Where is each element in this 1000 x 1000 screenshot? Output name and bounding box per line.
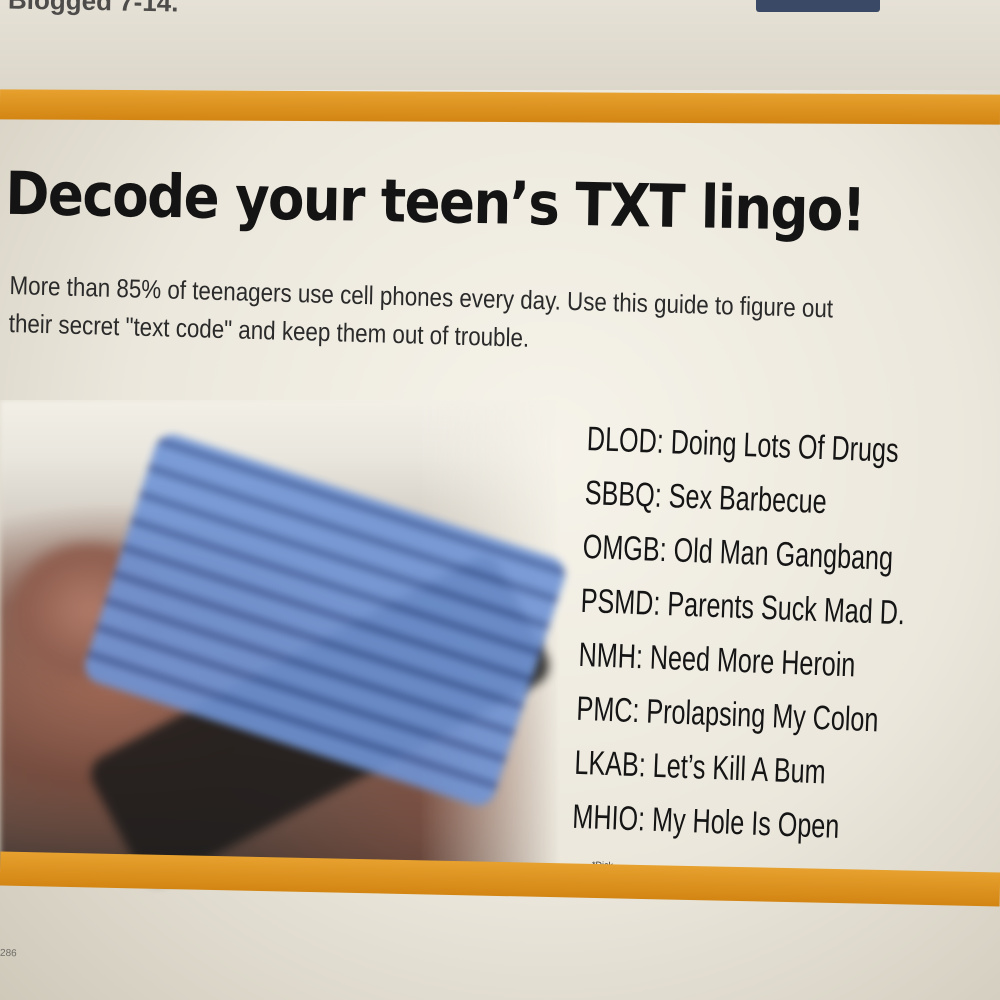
lingo-code: PSMD — [580, 581, 655, 623]
lingo-meaning: Prolapsing My Colon — [645, 692, 880, 740]
lingo-code: SBBQ — [584, 473, 656, 515]
lingo-code: LKAB — [573, 743, 640, 785]
intro-paragraph: More than 85% of teenagers use cell phon… — [8, 269, 834, 353]
lingo-meaning: Let’s Kill A Bum — [652, 746, 827, 792]
count-badge — [756, 0, 880, 12]
lingo-code: MHIO — [571, 797, 639, 839]
lingo-code: OMGB — [582, 527, 661, 569]
magazine-page: Blogged 7-14. Decode your teen’s TXT lin… — [0, 0, 1000, 1000]
lingo-meaning: Sex Barbecue — [668, 477, 828, 522]
page-number: 286 — [0, 947, 17, 960]
lingo-meaning: Parents Suck Mad D. — [666, 585, 906, 633]
lingo-meaning: My Hole Is Open — [651, 800, 841, 846]
lingo-meaning: Old Man Gangbang — [672, 531, 894, 578]
lingo-meaning: Need More Heroin — [649, 638, 857, 685]
lingo-code: NMH — [577, 635, 637, 677]
lingo-list: DLOD: Doing Lots Of Drugs SBBQ: Sex Barb… — [571, 412, 1000, 861]
lingo-code: DLOD — [586, 419, 658, 461]
lingo-item: MHIO: My Hole Is Open — [571, 797, 841, 846]
headline: Decode your teen’s TXT lingo! — [4, 160, 866, 246]
lingo-code: PMC — [575, 689, 634, 730]
lingo-meaning: Doing Lots Of Drugs — [670, 423, 900, 470]
top-orange-bar — [0, 89, 1000, 125]
blogged-text: Blogged 7-14. — [7, 0, 179, 18]
top-strip: Blogged 7-14. — [0, 0, 1000, 90]
